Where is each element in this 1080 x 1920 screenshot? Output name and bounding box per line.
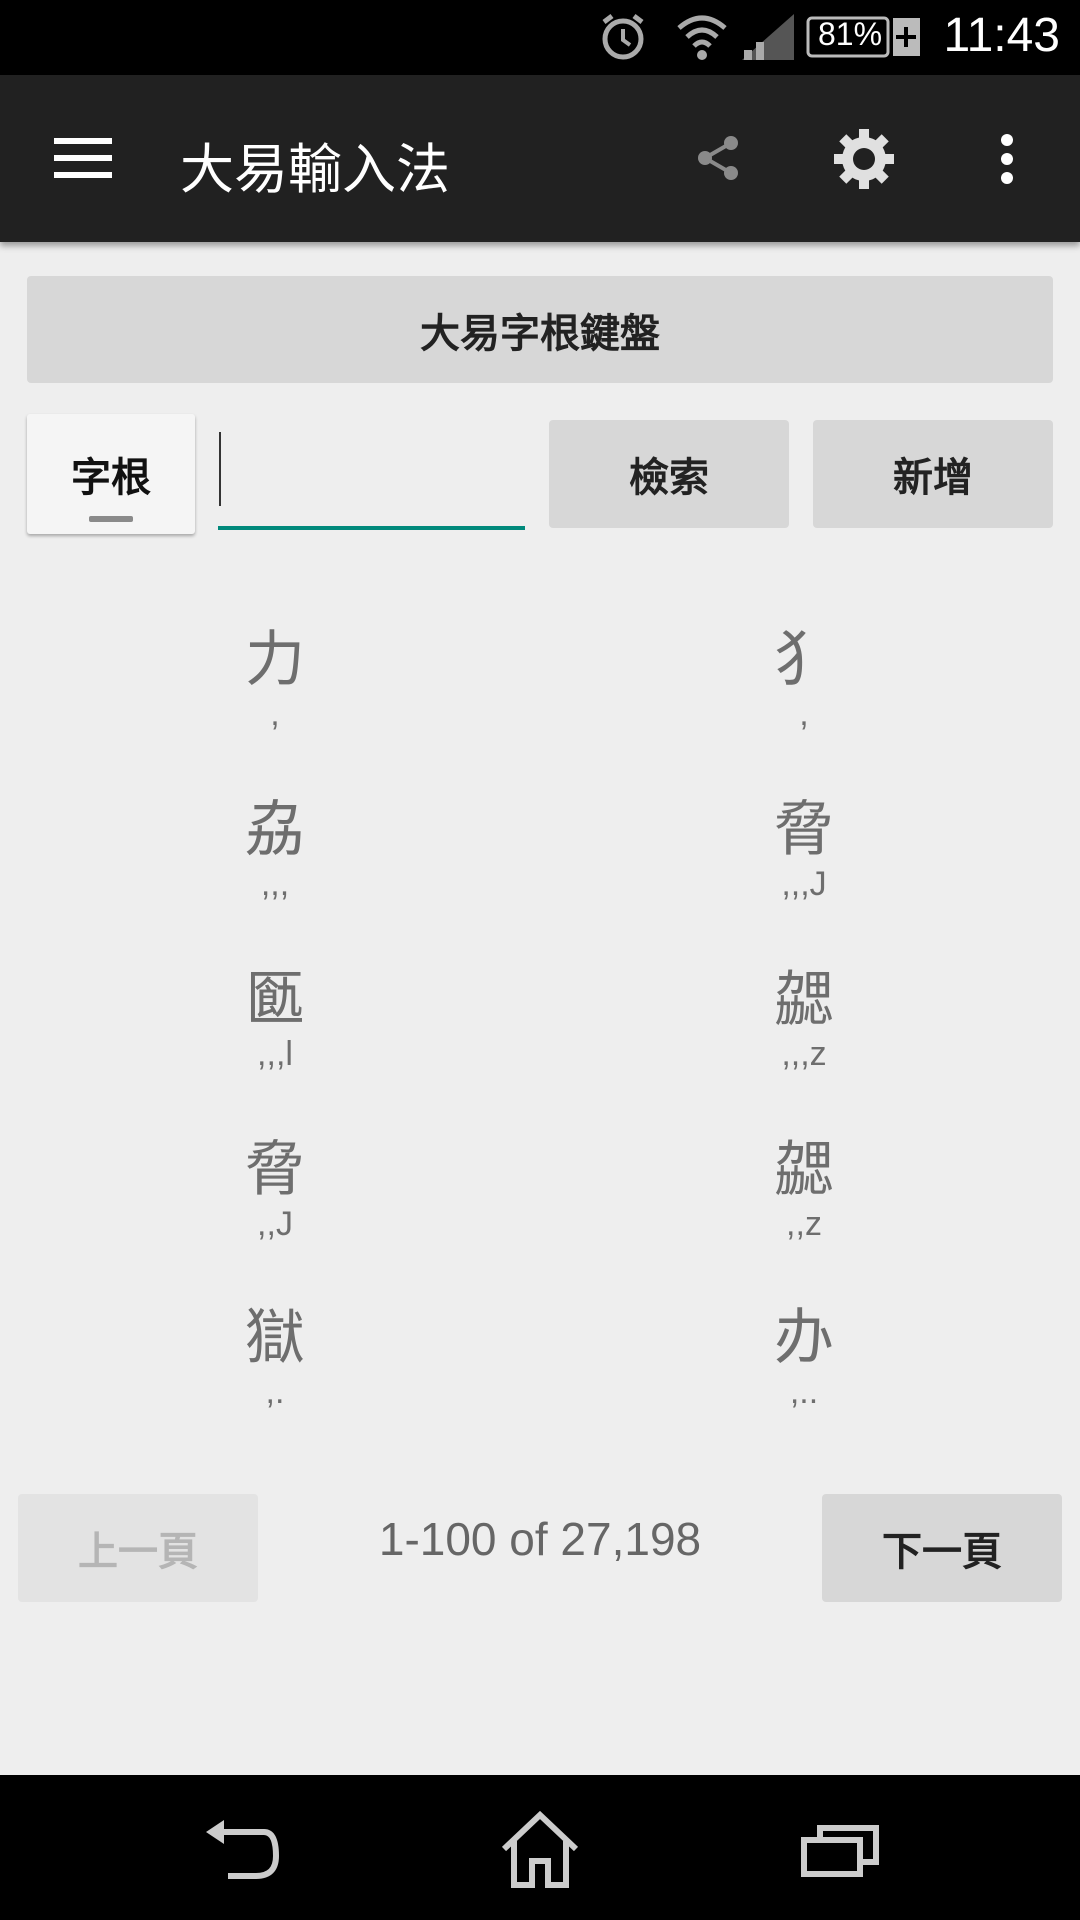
share-icon[interactable]: [690, 130, 746, 186]
list-item[interactable]: 办 ,..: [744, 1302, 864, 1410]
result-code: ,,,: [260, 865, 290, 903]
list-item[interactable]: 勰 ,,z: [744, 1134, 864, 1242]
result-char: 脅: [774, 795, 834, 865]
result-code: ,,,z: [781, 1035, 827, 1073]
battery-percent: 81%: [818, 16, 883, 52]
result-code: ,.: [265, 1373, 285, 1411]
result-char: 脅: [245, 1135, 305, 1205]
list-item[interactable]: 劦 ,,,: [215, 794, 335, 902]
status-bar: 81% 11:43: [0, 0, 1080, 75]
app-title: 大易輸入法: [180, 138, 450, 201]
clock: 11:43: [943, 9, 1060, 62]
result-char: 办: [774, 1303, 834, 1373]
search-input[interactable]: [218, 430, 525, 530]
wifi-icon: [676, 12, 728, 66]
search-button[interactable]: 檢索: [549, 420, 789, 528]
app-bar: 大易輸入法: [0, 75, 1080, 242]
result-code: ,,J: [257, 1205, 293, 1243]
home-icon[interactable]: [495, 1805, 585, 1895]
add-button[interactable]: 新增: [813, 420, 1053, 528]
list-item[interactable]: 勰 ,,,z: [744, 964, 864, 1072]
gear-icon[interactable]: [830, 125, 898, 193]
result-code: ,..: [789, 1373, 819, 1411]
list-item[interactable]: 脅 ,,J: [215, 1134, 335, 1242]
result-char: 㔲: [245, 965, 305, 1035]
overflow-icon[interactable]: [992, 131, 1022, 187]
result-char: 力: [245, 625, 305, 695]
radical-toggle-button[interactable]: 字根: [27, 414, 195, 534]
list-item[interactable]: 脅 ,,,J: [744, 794, 864, 902]
menu-icon[interactable]: [52, 131, 114, 185]
result-char: 勰: [774, 965, 834, 1035]
toggle-indicator: [89, 516, 133, 522]
list-item[interactable]: 㔲 ,,,l: [215, 964, 335, 1072]
list-item[interactable]: 力 ,: [215, 624, 335, 732]
text-cursor: [219, 432, 221, 506]
recents-icon[interactable]: [795, 1805, 885, 1895]
radical-keyboard-button[interactable]: 大易字根鍵盤: [27, 276, 1053, 383]
result-char: 劦: [245, 795, 305, 865]
result-code: ,,,l: [257, 1035, 293, 1073]
result-char: 獄: [245, 1303, 305, 1373]
result-code: ,,,J: [781, 865, 827, 903]
result-code: ,: [270, 695, 280, 733]
result-char: 勰: [774, 1135, 834, 1205]
list-item[interactable]: 獄 ,.: [215, 1302, 335, 1410]
navigation-bar: [0, 1775, 1080, 1920]
result-code: ,,z: [786, 1205, 822, 1243]
next-page-button[interactable]: 下一頁: [822, 1494, 1062, 1602]
alarm-icon: [598, 12, 648, 66]
signal-icon: [742, 14, 794, 64]
result-char: 犭: [774, 625, 834, 695]
result-code: ,: [799, 695, 809, 733]
back-icon[interactable]: [195, 1805, 285, 1895]
list-item[interactable]: 犭 ,: [744, 624, 864, 732]
radical-toggle-label: 字根: [71, 455, 151, 501]
